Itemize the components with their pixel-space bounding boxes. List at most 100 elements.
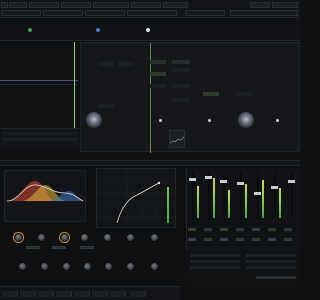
knob[interactable]	[103, 233, 112, 242]
section-divider	[0, 160, 300, 166]
fader-handle[interactable]	[189, 178, 196, 181]
fader-handle[interactable]	[271, 186, 278, 189]
toolbar-button-6[interactable]	[131, 2, 161, 8]
fader-track	[291, 172, 293, 218]
knob[interactable]	[150, 262, 159, 271]
grid-cell[interactable]	[98, 62, 114, 66]
toolbar-button-1[interactable]	[1, 2, 8, 8]
browser-row[interactable]	[2, 132, 78, 135]
plugin-dot[interactable]	[159, 119, 162, 122]
bottom-tab[interactable]	[92, 291, 108, 297]
strip-button[interactable]	[188, 238, 196, 241]
browser-row[interactable]	[2, 138, 78, 141]
knob[interactable]	[104, 262, 113, 271]
plugin-orb[interactable]	[238, 112, 254, 128]
bottom-tab[interactable]	[2, 291, 18, 297]
strip-button[interactable]	[220, 228, 228, 231]
toolbar-button-7[interactable]	[163, 2, 188, 8]
waveform-icon	[170, 136, 184, 144]
grid-cell[interactable]	[150, 60, 166, 64]
channel-row[interactable]	[246, 254, 296, 257]
toolbar-button-3[interactable]	[29, 2, 59, 8]
param-button[interactable]	[80, 246, 94, 249]
playhead-line[interactable]	[74, 42, 75, 132]
knob[interactable]	[62, 262, 71, 271]
bottom-tab[interactable]	[110, 291, 126, 297]
knob[interactable]	[40, 262, 49, 271]
knob[interactable]	[126, 262, 135, 271]
channel-row[interactable]	[246, 266, 296, 269]
bottom-tab[interactable]	[56, 291, 72, 297]
knob[interactable]	[80, 233, 89, 242]
channel-row[interactable]	[190, 266, 240, 269]
fader-track	[240, 172, 242, 218]
bottom-tab[interactable]	[38, 291, 54, 297]
timeline-track-line	[0, 84, 78, 85]
strip-button[interactable]	[284, 238, 292, 241]
strip-button[interactable]	[236, 238, 244, 241]
strip-button[interactable]	[284, 228, 292, 231]
grid-cell[interactable]	[172, 68, 190, 72]
channel-row[interactable]	[190, 254, 240, 257]
strip-button[interactable]	[268, 238, 276, 241]
toolbar-button-14[interactable]	[185, 10, 225, 16]
toolbar-button-10[interactable]	[1, 10, 41, 16]
bottom-tab[interactable]	[20, 291, 36, 297]
strip-button[interactable]	[252, 228, 260, 231]
waveform-thumbnail[interactable]	[169, 130, 185, 148]
grid-cell[interactable]	[172, 60, 190, 64]
grid-cell[interactable]	[118, 62, 134, 66]
timeline-area[interactable]	[0, 42, 78, 132]
eq-panel[interactable]	[4, 170, 86, 222]
fader-handle[interactable]	[237, 182, 244, 185]
plugin-dot[interactable]	[208, 119, 211, 122]
knob[interactable]	[150, 233, 159, 242]
toolbar-button-11[interactable]	[43, 10, 83, 16]
knob[interactable]	[83, 262, 92, 271]
grid-cell[interactable]	[172, 98, 190, 102]
toolbar-button-8[interactable]	[250, 2, 270, 8]
knob[interactable]	[126, 233, 135, 242]
grid-cell[interactable]	[98, 104, 114, 108]
knob[interactable]	[37, 233, 46, 242]
toolbar-button-12[interactable]	[85, 10, 125, 16]
strip-button[interactable]	[220, 238, 228, 241]
grid-cell[interactable]	[150, 72, 166, 76]
browser-strip	[0, 128, 80, 148]
curve-panel[interactable]	[96, 168, 176, 228]
toolbar-button-4[interactable]	[61, 2, 91, 8]
channel-row[interactable]	[190, 260, 240, 263]
toolbar-button-15[interactable]	[230, 10, 298, 16]
fader-handle[interactable]	[254, 192, 261, 195]
strip-button[interactable]	[268, 228, 276, 231]
plugin-orb[interactable]	[86, 112, 102, 128]
knob[interactable]	[18, 262, 27, 271]
grid-cell[interactable]	[150, 84, 166, 88]
fader-handle[interactable]	[220, 180, 227, 183]
bottom-tab[interactable]	[74, 291, 90, 297]
toolbar-button-13[interactable]	[127, 10, 177, 16]
bottom-tab[interactable]	[130, 291, 146, 297]
scrollbar[interactable]	[256, 276, 296, 279]
strip-button[interactable]	[204, 238, 212, 241]
fader-handle[interactable]	[205, 176, 212, 179]
knob[interactable]	[14, 233, 23, 242]
toolbar-button-2[interactable]	[9, 2, 27, 8]
toolbar-button-9[interactable]	[272, 2, 298, 8]
strip-button[interactable]	[252, 238, 260, 241]
transport-bar	[0, 19, 300, 41]
param-button[interactable]	[26, 246, 40, 249]
status-dot-white	[146, 28, 150, 32]
fader-handle[interactable]	[288, 180, 295, 183]
knob[interactable]	[60, 233, 69, 242]
plugin-dot[interactable]	[276, 119, 279, 122]
toolbar-button-5[interactable]	[93, 2, 129, 8]
grid-cell[interactable]	[236, 92, 252, 96]
param-button[interactable]	[52, 246, 66, 249]
grid-cell[interactable]	[172, 84, 190, 88]
strip-button[interactable]	[188, 228, 196, 231]
channel-row[interactable]	[246, 260, 296, 263]
strip-button[interactable]	[204, 228, 212, 231]
strip-button[interactable]	[236, 228, 244, 231]
grid-cell[interactable]	[203, 92, 219, 96]
